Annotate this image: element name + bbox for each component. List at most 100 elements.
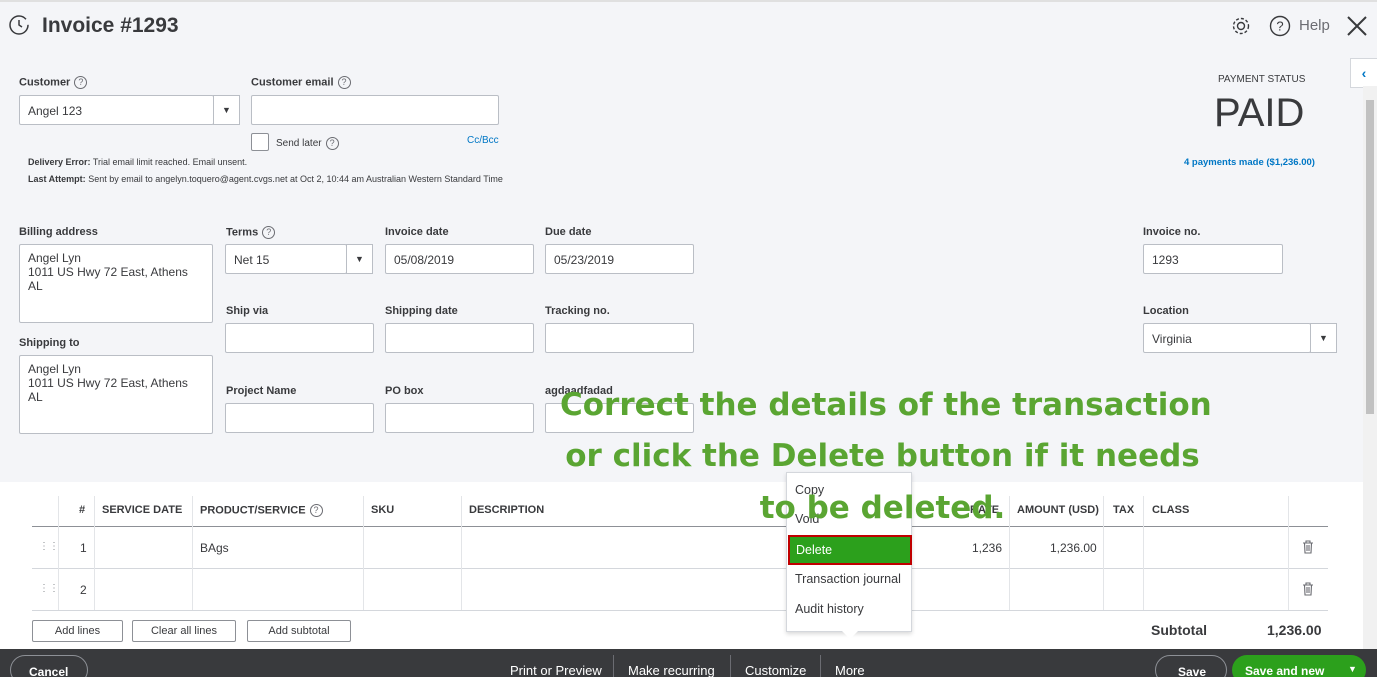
shipping-to-label: Shipping to bbox=[19, 337, 80, 349]
trash-icon[interactable] bbox=[1302, 582, 1314, 599]
column-divider bbox=[363, 496, 364, 610]
billing-address-field[interactable]: Angel Lyn 1011 US Hwy 72 East, Athens AL bbox=[19, 244, 213, 323]
delivery-error-text: Trial email limit reached. Email unsent. bbox=[92, 157, 248, 167]
chevron-down-icon: ▼ bbox=[222, 105, 231, 115]
customize-button[interactable]: Customize bbox=[745, 663, 806, 677]
ship-via-label: Ship via bbox=[226, 305, 269, 317]
shipping-address-field[interactable]: Angel Lyn 1011 US Hwy 72 East, Athens AL bbox=[19, 355, 213, 434]
header-bar: Invoice #1293 ? Help bbox=[0, 0, 1377, 50]
side-panel-toggle[interactable]: ‹ bbox=[1350, 58, 1377, 88]
last-attempt: Last Attempt: Sent by email to angelyn.t… bbox=[28, 174, 503, 184]
menu-item-transaction-journal[interactable]: Transaction journal bbox=[795, 572, 901, 586]
invoice-date-input[interactable]: 05/08/2019 bbox=[385, 244, 534, 274]
terms-select[interactable]: Net 15 bbox=[225, 244, 347, 274]
menu-item-delete[interactable]: Delete bbox=[788, 535, 912, 565]
row-number: 2 bbox=[80, 583, 87, 597]
terms-value: Net 15 bbox=[234, 253, 270, 267]
footer-separator bbox=[730, 655, 731, 677]
column-header-description: DESCRIPTION bbox=[469, 504, 545, 516]
email-help-icon[interactable]: ? bbox=[337, 76, 351, 89]
customer-field[interactable]: Angel 123 bbox=[19, 95, 214, 125]
column-divider bbox=[94, 496, 95, 610]
chevron-down-icon[interactable]: ▼ bbox=[1348, 664, 1357, 674]
footer-separator bbox=[613, 655, 614, 677]
vertical-scrollbar[interactable] bbox=[1363, 86, 1377, 649]
add-lines-button[interactable]: Add lines bbox=[32, 620, 123, 642]
row-amount[interactable]: 1,236.00 bbox=[1050, 541, 1097, 555]
make-recurring-button[interactable]: Make recurring bbox=[628, 663, 715, 677]
shipping-date-input[interactable] bbox=[385, 323, 534, 353]
more-button[interactable]: More bbox=[835, 663, 865, 677]
save-label: Save bbox=[1178, 665, 1207, 677]
customer-label: Customer? bbox=[19, 76, 88, 89]
terms-label: Terms? bbox=[226, 226, 276, 239]
last-attempt-text: Sent by email to angelyn.toquero@agent.c… bbox=[88, 174, 503, 184]
tracking-no-input[interactable] bbox=[545, 323, 694, 353]
customer-help-icon[interactable]: ? bbox=[74, 76, 88, 89]
shipping-date-label: Shipping date bbox=[385, 305, 458, 317]
customer-email-input[interactable] bbox=[251, 95, 499, 125]
column-header-product: PRODUCT/SERVICE? bbox=[200, 504, 323, 517]
billing-address-label: Billing address bbox=[19, 226, 98, 238]
location-dropdown-button[interactable]: ▼ bbox=[1310, 323, 1337, 353]
gear-icon[interactable] bbox=[1230, 15, 1252, 40]
save-button[interactable]: Save bbox=[1155, 655, 1227, 677]
payment-status-label: PAYMENT STATUS bbox=[1218, 74, 1306, 85]
customer-value: Angel 123 bbox=[28, 104, 83, 118]
row-rate[interactable]: 1,236 bbox=[972, 541, 1002, 555]
location-value: Virginia bbox=[1152, 332, 1192, 346]
chevron-down-icon: ▼ bbox=[1319, 333, 1328, 343]
send-later-label: Send later? bbox=[276, 137, 339, 150]
terms-help-icon[interactable]: ? bbox=[262, 226, 276, 239]
menu-item-delete-label: Delete bbox=[796, 543, 833, 557]
drag-handle-icon[interactable]: ⋮⋮ bbox=[39, 541, 59, 552]
table-row-divider bbox=[32, 568, 1328, 569]
table-header-divider bbox=[32, 526, 1328, 527]
menu-pointer bbox=[842, 631, 858, 639]
row-product[interactable]: BAgs bbox=[200, 541, 229, 555]
clear-all-lines-button[interactable]: Clear all lines bbox=[132, 620, 236, 642]
po-box-label: PO box bbox=[385, 385, 424, 397]
footer-separator bbox=[820, 655, 821, 677]
save-and-new-label: Save and new bbox=[1245, 664, 1325, 677]
invoice-date-label: Invoice date bbox=[385, 226, 449, 238]
cancel-button[interactable]: Cancel bbox=[10, 655, 88, 677]
delivery-error-label: Delivery Error: bbox=[28, 157, 91, 167]
customer-dropdown-button[interactable]: ▼ bbox=[213, 95, 240, 125]
invoice-no-input[interactable]: 1293 bbox=[1143, 244, 1283, 274]
cc-bcc-link[interactable]: Cc/Bcc bbox=[467, 135, 499, 146]
print-preview-button[interactable]: Print or Preview bbox=[510, 663, 602, 677]
recent-transactions-icon[interactable] bbox=[8, 14, 30, 39]
project-name-label: Project Name bbox=[226, 385, 297, 397]
due-date-label: Due date bbox=[545, 226, 592, 238]
close-icon[interactable] bbox=[1345, 14, 1369, 41]
send-later-checkbox[interactable] bbox=[251, 133, 269, 151]
column-divider bbox=[192, 496, 193, 610]
location-select[interactable]: Virginia bbox=[1143, 323, 1311, 353]
po-box-input[interactable] bbox=[385, 403, 534, 433]
save-and-new-button[interactable]: Save and new ▼ bbox=[1232, 655, 1366, 677]
trash-icon[interactable] bbox=[1302, 540, 1314, 557]
project-name-input[interactable] bbox=[225, 403, 374, 433]
column-header-service-date: SERVICE DATE bbox=[102, 504, 183, 516]
help-label[interactable]: Help bbox=[1299, 17, 1330, 34]
due-date-input[interactable]: 05/23/2019 bbox=[545, 244, 694, 274]
customer-email-label: Customer email? bbox=[251, 76, 351, 89]
column-divider bbox=[1288, 496, 1289, 610]
svg-text:?: ? bbox=[1276, 19, 1283, 34]
drag-handle-icon[interactable]: ⋮⋮ bbox=[39, 583, 59, 594]
ship-via-input[interactable] bbox=[225, 323, 374, 353]
payments-made-link[interactable]: 4 payments made ($1,236.00) bbox=[1184, 157, 1315, 168]
chevron-down-icon: ▼ bbox=[355, 254, 364, 264]
subtotal-value: 1,236.00 bbox=[1267, 622, 1322, 638]
help-icon[interactable]: ? bbox=[1269, 15, 1291, 40]
subtotal-label: Subtotal bbox=[1151, 622, 1207, 638]
instruction-line-1: Correct the details of the transaction bbox=[560, 387, 1212, 423]
scrollbar-thumb[interactable] bbox=[1366, 100, 1374, 414]
send-later-help-icon[interactable]: ? bbox=[325, 137, 339, 150]
column-header-num: # bbox=[79, 504, 86, 516]
add-subtotal-button[interactable]: Add subtotal bbox=[247, 620, 351, 642]
menu-item-audit-history[interactable]: Audit history bbox=[795, 602, 864, 616]
terms-dropdown-button[interactable]: ▼ bbox=[346, 244, 373, 274]
product-help-icon[interactable]: ? bbox=[309, 504, 323, 517]
